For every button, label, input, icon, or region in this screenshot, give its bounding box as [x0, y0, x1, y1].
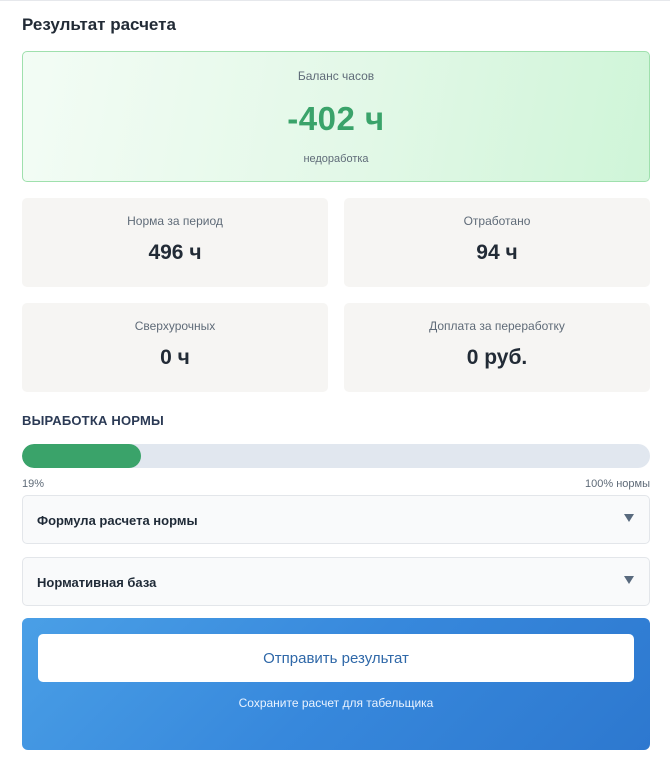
- accordion-label: Нормативная база: [37, 575, 157, 590]
- progress-fill: [22, 444, 142, 468]
- triangle-down-icon: [624, 514, 634, 522]
- stat-label: Доплата за переработку: [429, 319, 565, 333]
- balance-panel: Баланс часов -402 ч недоработка: [22, 51, 650, 182]
- stat-value: 496 ч: [148, 241, 202, 264]
- progress-max-label: 100% нормы: [585, 478, 650, 490]
- accordion-regulatory-base[interactable]: Нормативная база: [22, 557, 650, 606]
- balance-value: -402 ч: [287, 100, 385, 137]
- stat-worked: Отработано 94 ч: [344, 198, 650, 287]
- stat-value: 94 ч: [476, 241, 518, 264]
- balance-status: недоработка: [303, 153, 369, 165]
- stat-norm: Норма за период 496 ч: [22, 198, 328, 287]
- stat-label: Сверхурочных: [134, 319, 216, 333]
- triangle-down-icon: [624, 576, 634, 584]
- submit-panel: Отправить результат Сохраните расчет для…: [22, 618, 650, 750]
- progress-current-label: 19%: [22, 478, 45, 490]
- accordion-label: Формула расчета нормы: [37, 513, 198, 528]
- stat-label: Отработано: [463, 214, 531, 228]
- stat-value: 0 руб.: [466, 346, 528, 369]
- progress-heading: ВЫРАБОТКА НОРМЫ: [22, 413, 164, 428]
- progress-bar: [22, 444, 650, 468]
- balance-label: Баланс часов: [297, 69, 375, 83]
- stat-overtime: Сверхурочных 0 ч: [22, 303, 328, 392]
- submit-hint: Сохраните расчет для табельщика: [238, 696, 434, 710]
- result-card: Результат расчета Баланс часов -402 ч не…: [0, 0, 670, 781]
- stat-overtime-pay: Доплата за переработку 0 руб.: [344, 303, 650, 392]
- stat-label: Норма за период: [127, 214, 223, 228]
- accordion-formula[interactable]: Формула расчета нормы: [22, 495, 650, 544]
- stat-value: 0 ч: [160, 346, 190, 369]
- page-title: Результат расчета: [22, 15, 176, 34]
- submit-result-button[interactable]: Отправить результат: [38, 634, 634, 682]
